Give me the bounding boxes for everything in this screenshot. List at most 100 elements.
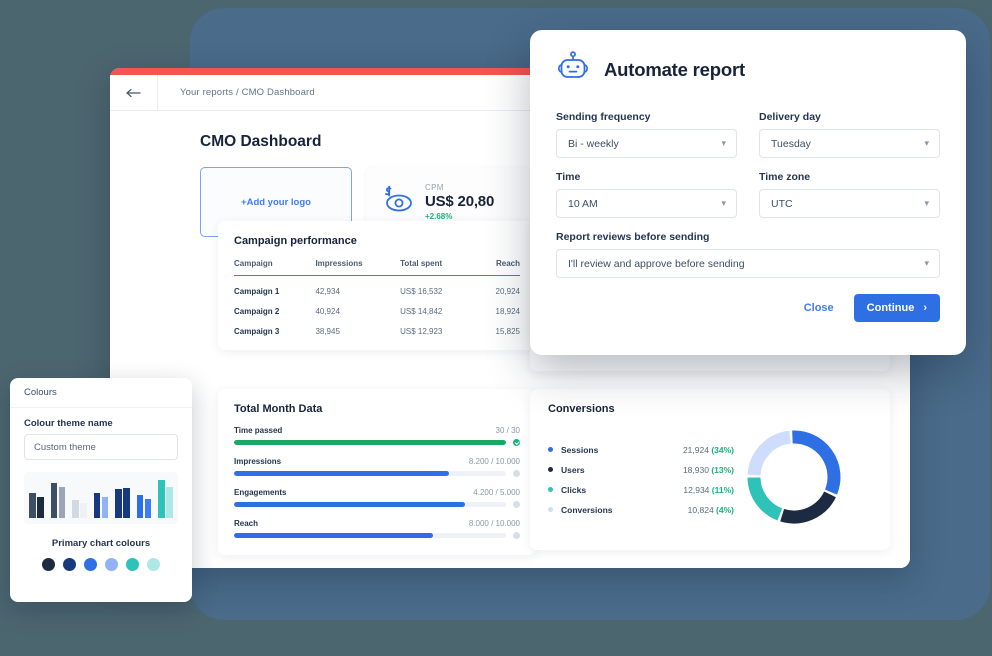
table-column-header: Total spent — [400, 259, 477, 276]
time-select[interactable]: 10 AM ▾ — [556, 189, 737, 218]
preview-bar-pair — [50, 478, 66, 518]
field-label: Report reviews before sending — [556, 231, 710, 243]
table-column-header: Campaign — [234, 259, 316, 276]
legend-dot-icon — [548, 487, 553, 492]
table-cell: Campaign 3 — [234, 327, 280, 336]
back-button[interactable] — [110, 75, 158, 110]
primary-chart-colour-swatches — [24, 558, 178, 571]
total-month-data-title: Total Month Data — [234, 403, 323, 415]
colours-panel-header: Colours — [10, 378, 192, 408]
legend-value: 21,924 — [682, 444, 712, 455]
progress-fill — [234, 533, 433, 538]
table-column-header: Impressions — [315, 259, 401, 276]
field-delivery-day: Delivery day Tuesday ▾ — [759, 111, 940, 158]
legend-label: Users — [561, 464, 585, 475]
modal-header: Automate report — [556, 50, 940, 89]
kpi-delta: +2.68% — [425, 212, 453, 221]
table-cell: US$ 16,532 — [400, 287, 443, 296]
preview-bar — [37, 497, 44, 518]
legend-value: 12,934 — [683, 484, 712, 495]
kpi-value: US$ 20,80 — [425, 193, 495, 210]
table-row: Campaign 1 42,934 US$ 16,532 20,924 — [234, 276, 520, 296]
legend-label: Sessions — [561, 444, 599, 455]
table-cell: 38,945 — [315, 327, 340, 336]
progress-track — [234, 533, 506, 538]
colour-swatch[interactable] — [147, 558, 160, 571]
table-row: Campaign 2 40,924 US$ 14,842 18,924 — [234, 296, 520, 316]
close-button[interactable]: Close — [804, 302, 834, 314]
progress-fill — [234, 502, 466, 507]
total-month-data-panel: Total Month Data Time passed 30 / 30 Imp… — [218, 389, 536, 555]
preview-bar-pair — [115, 478, 130, 518]
colours-panel: Colours Colour theme name Custom theme P… — [10, 378, 192, 602]
check-circle-icon — [513, 439, 520, 446]
modal-field-row-2: Time 10 AM ▾ Time zone UTC ▾ — [556, 171, 940, 231]
progress-row: Impressions 8.200 / 10.000 — [234, 457, 520, 477]
legend-percent: (4%) — [716, 504, 734, 515]
colour-swatch[interactable] — [105, 558, 118, 571]
continue-button[interactable]: Continue › — [853, 294, 940, 322]
preview-bar — [50, 482, 58, 518]
table-cell: Campaign 2 — [234, 307, 280, 316]
table-cell: 18,924 — [495, 307, 520, 316]
colour-theme-name-input[interactable]: Custom theme — [24, 434, 178, 460]
legend-dot-icon — [548, 447, 553, 452]
table-cell: 15,825 — [495, 327, 520, 336]
progress-value: 4.200 / 5.000 — [473, 488, 520, 497]
modal-actions: Close Continue › — [556, 294, 940, 322]
report-reviews-select[interactable]: I'll review and approve before sending ▾ — [556, 249, 940, 278]
preview-bar — [93, 493, 101, 518]
status-dot-icon — [513, 501, 520, 508]
select-value: I'll review and approve before sending — [568, 257, 745, 270]
campaign-performance-panel: Campaign performance Campaign Impressions… — [218, 221, 536, 350]
progress-row: Time passed 30 / 30 — [234, 426, 520, 446]
legend-item: Conversions 10,824 (4%) — [548, 500, 734, 520]
progress-value: 8.000 / 10.000 — [468, 519, 520, 528]
field-report-reviews: Report reviews before sending I'll revie… — [556, 231, 940, 278]
conversions-title: Conversions — [548, 403, 615, 415]
progress-row: Reach 8.000 / 10.000 — [234, 519, 520, 539]
table-cell: 42,934 — [315, 287, 340, 296]
chart-colour-preview — [24, 472, 178, 524]
dollar-eye-icon — [380, 185, 414, 220]
field-label: Delivery day — [759, 111, 821, 123]
legend-value: 10,824 — [687, 504, 717, 515]
colour-swatch[interactable] — [42, 558, 55, 571]
conversions-content: Sessions 21,924 (34%) Users 18,930 (13%)… — [548, 425, 874, 534]
colour-swatch[interactable] — [84, 558, 97, 571]
legend-dot-icon — [548, 467, 553, 472]
progress-fill — [234, 471, 449, 476]
status-dot-icon — [513, 532, 520, 539]
kpi-label: CPM — [425, 183, 444, 192]
progress-value: 8.200 / 10.000 — [468, 457, 520, 466]
preview-bar — [80, 502, 87, 518]
continue-label: Continue — [866, 302, 915, 314]
status-dot-icon — [513, 470, 520, 477]
progress-label: Impressions — [234, 457, 282, 466]
chevron-down-icon: ▾ — [924, 198, 929, 208]
progress-label: Reach — [234, 519, 259, 528]
add-logo-label: +Add your logo — [241, 196, 311, 208]
delivery-day-select[interactable]: Tuesday ▾ — [759, 129, 940, 158]
automate-report-modal: Automate report Sending frequency Bi - w… — [530, 30, 966, 355]
time-zone-select[interactable]: UTC ▾ — [759, 189, 940, 218]
table-cell: 20,924 — [495, 287, 520, 296]
progress-track — [234, 440, 506, 445]
colour-swatch[interactable] — [63, 558, 76, 571]
field-label: Sending frequency — [556, 111, 651, 123]
breadcrumb[interactable]: Your reports / CMO Dashboard — [158, 75, 315, 110]
progress-value: 30 / 30 — [495, 426, 520, 435]
progress-track — [234, 502, 506, 507]
donut-segment-clicks — [747, 477, 783, 521]
sending-frequency-select[interactable]: Bi - weekly ▾ — [556, 129, 737, 158]
table-header-row: Campaign Impressions Total spent Reach — [234, 259, 520, 276]
table-column-header: Reach — [476, 259, 520, 276]
progress-label: Time passed — [234, 426, 283, 435]
colour-theme-name-value: Custom theme — [34, 441, 96, 453]
donut-segment-sessions — [792, 430, 841, 495]
colour-swatch[interactable] — [126, 558, 139, 571]
campaign-performance-title: Campaign performance — [234, 235, 357, 247]
table-row: Campaign 3 38,945 US$ 12,923 15,825 — [234, 316, 520, 336]
table-cell: Campaign 1 — [234, 287, 280, 296]
table-cell: 40,924 — [315, 307, 340, 316]
